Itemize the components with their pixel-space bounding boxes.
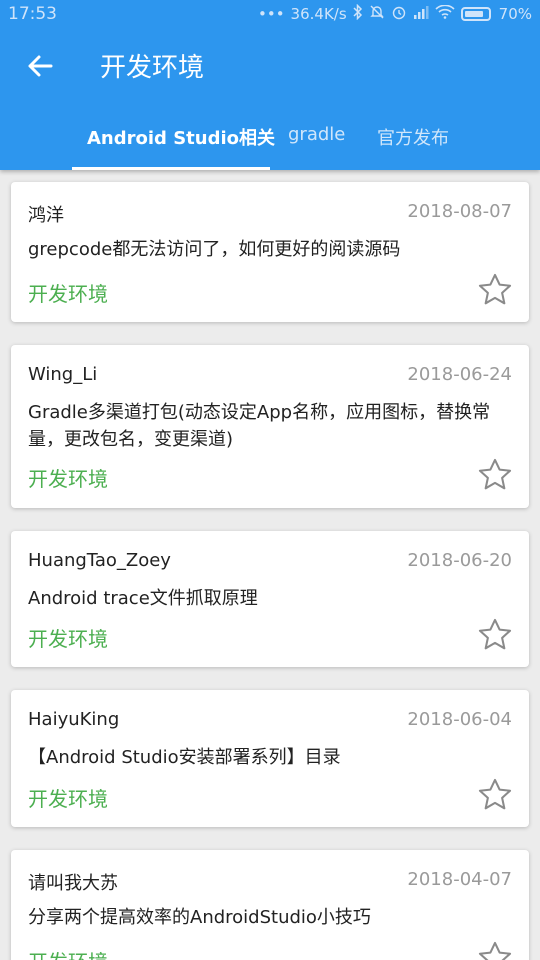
article-title[interactable]: 分享两个提高效率的AndroidStudio小技巧 bbox=[28, 904, 512, 931]
article-date: 2018-08-07 bbox=[407, 201, 512, 222]
wifi-icon bbox=[435, 4, 455, 23]
favorite-star-button[interactable] bbox=[476, 939, 514, 960]
article-tag[interactable]: 开发环境 bbox=[28, 623, 108, 652]
article-author[interactable]: 请叫我大苏 bbox=[28, 869, 118, 895]
article-date: 2018-06-04 bbox=[407, 709, 512, 730]
article-tag[interactable]: 开发环境 bbox=[28, 278, 108, 307]
article-title[interactable]: 【Android Studio安装部署系列】目录 bbox=[28, 744, 512, 771]
article-list[interactable]: 鸿洋 2018-08-07 grepcode都无法访问了，如何更好的阅读源码 开… bbox=[0, 170, 540, 960]
article-date: 2018-06-24 bbox=[407, 364, 512, 385]
star-icon bbox=[478, 778, 512, 810]
back-button[interactable] bbox=[20, 48, 60, 88]
toolbar: 开发环境 bbox=[0, 28, 540, 108]
more-dots: ••• bbox=[258, 5, 285, 23]
favorite-star-button[interactable] bbox=[476, 456, 514, 494]
article-tag[interactable]: 开发环境 bbox=[28, 463, 108, 492]
arrow-back-icon bbox=[27, 54, 53, 82]
article-title[interactable]: Android trace文件抓取原理 bbox=[28, 585, 512, 612]
article-author[interactable]: 鸿洋 bbox=[28, 201, 64, 227]
signal-icon bbox=[413, 5, 429, 23]
star-icon bbox=[478, 618, 512, 650]
article-title[interactable]: grepcode都无法访问了，如何更好的阅读源码 bbox=[28, 236, 512, 263]
status-bar: 17:53 ••• 36.4K/s 70% bbox=[0, 0, 540, 28]
star-icon bbox=[478, 941, 512, 960]
article-tag[interactable]: 开发环境 bbox=[28, 783, 108, 812]
favorite-star-button[interactable] bbox=[476, 616, 514, 654]
tab-android-studio[interactable]: Android Studio相关 bbox=[87, 124, 275, 150]
favorite-star-button[interactable] bbox=[476, 271, 514, 309]
mute-bell-icon bbox=[369, 4, 385, 24]
article-card[interactable]: Wing_Li 2018-06-24 Gradle多渠道打包(动态设定App名称… bbox=[11, 345, 529, 508]
tab-indicator bbox=[72, 167, 270, 170]
network-speed: 36.4K/s bbox=[290, 5, 347, 23]
article-author[interactable]: Wing_Li bbox=[28, 364, 97, 385]
tab-official-release[interactable]: 官方发布 bbox=[377, 124, 449, 150]
status-icons: ••• 36.4K/s 70% bbox=[258, 3, 532, 24]
article-date: 2018-04-07 bbox=[407, 869, 512, 890]
page-title: 开发环境 bbox=[100, 53, 205, 83]
article-title[interactable]: Gradle多渠道打包(动态设定App名称，应用图标，替换常量，更改包名，变更渠… bbox=[28, 399, 512, 453]
status-time: 17:53 bbox=[8, 4, 57, 24]
article-card[interactable]: HuangTao_Zoey 2018-06-20 Android trace文件… bbox=[11, 531, 529, 667]
star-icon bbox=[478, 458, 512, 490]
favorite-star-button[interactable] bbox=[476, 776, 514, 814]
tab-bar: Android Studio相关 gradle 官方发布 bbox=[0, 108, 540, 170]
app-bar: 17:53 ••• 36.4K/s 70% 开发环境 Android Studi… bbox=[0, 0, 540, 170]
battery-level: 70% bbox=[498, 5, 532, 23]
article-card[interactable]: 鸿洋 2018-08-07 grepcode都无法访问了，如何更好的阅读源码 开… bbox=[11, 182, 529, 322]
article-author[interactable]: HaiyuKing bbox=[28, 709, 119, 730]
article-card[interactable]: 请叫我大苏 2018-04-07 分享两个提高效率的AndroidStudio小… bbox=[11, 850, 529, 960]
article-card[interactable]: HaiyuKing 2018-06-04 【Android Studio安装部署… bbox=[11, 690, 529, 827]
bluetooth-icon bbox=[353, 3, 363, 24]
tab-gradle[interactable]: gradle bbox=[288, 124, 345, 145]
star-icon bbox=[478, 273, 512, 305]
article-date: 2018-06-20 bbox=[407, 550, 512, 571]
alarm-icon bbox=[391, 4, 407, 24]
article-author[interactable]: HuangTao_Zoey bbox=[28, 550, 171, 571]
battery-icon bbox=[460, 7, 491, 21]
article-tag[interactable]: 开发环境 bbox=[28, 946, 108, 960]
